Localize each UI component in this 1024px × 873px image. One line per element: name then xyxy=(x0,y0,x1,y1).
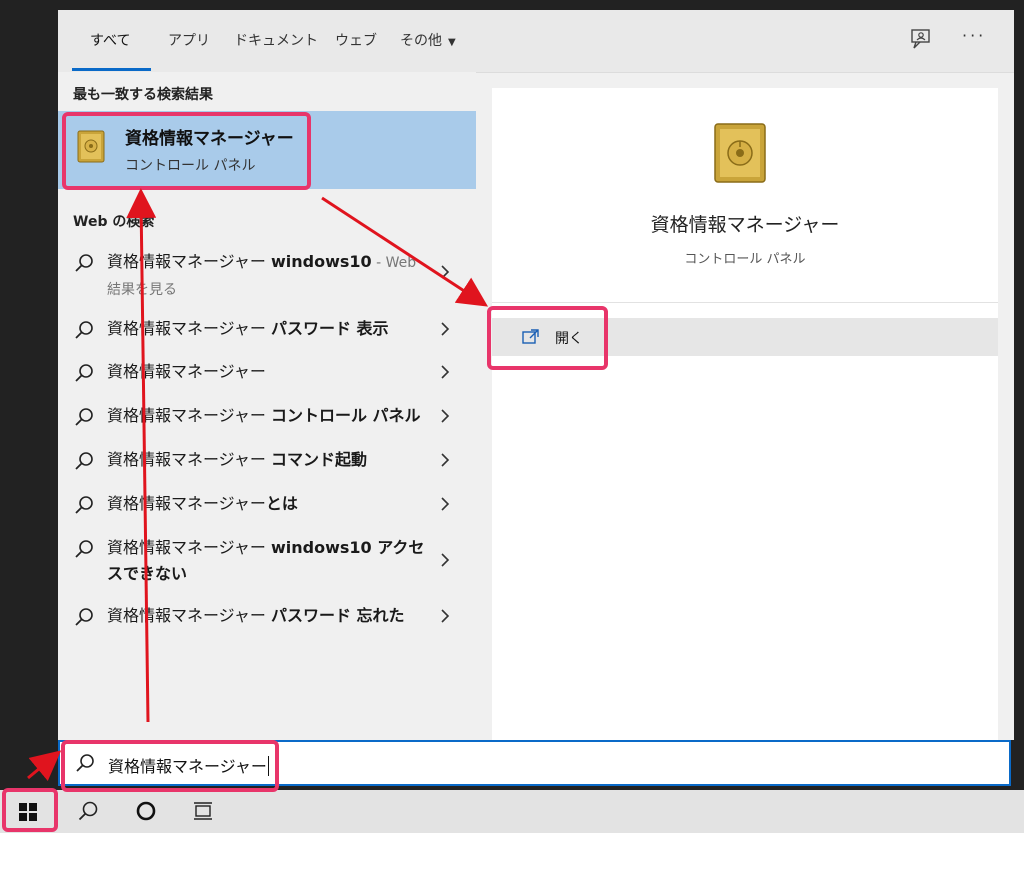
search-icon xyxy=(75,452,93,470)
web-result-text: 資格情報マネージャー windows10 アクセスできない xyxy=(107,535,437,587)
tab-more[interactable]: その他 ▼ xyxy=(400,30,456,50)
windows-start-icon[interactable] xyxy=(10,798,46,826)
tab-documents[interactable]: ドキュメント xyxy=(234,30,318,50)
tab-web[interactable]: ウェブ xyxy=(335,30,377,50)
result-suffix: パスワード 表示 xyxy=(270,319,389,338)
chevron-right-icon xyxy=(441,409,450,423)
chevron-right-icon xyxy=(441,453,450,467)
search-icon xyxy=(75,254,93,272)
result-prefix: 資格情報マネージャー xyxy=(107,450,271,469)
result-suffix: コントロール パネル xyxy=(270,406,421,425)
result-suffix: windows10 アクセ xyxy=(270,538,425,557)
tab-bar: すべて アプリ ドキュメント ウェブ その他 ▼ ··· xyxy=(58,10,1014,73)
search-icon xyxy=(75,408,93,426)
web-result-item[interactable]: 資格情報マネージャー windows10 - Web 結果を見る xyxy=(58,249,476,301)
web-result-text: 資格情報マネージャー windows10 - Web 結果を見る xyxy=(107,249,437,303)
chevron-right-icon xyxy=(441,322,450,336)
web-result-item[interactable]: 資格情報マネージャー コマンド起動 xyxy=(58,447,476,473)
tab-apps[interactable]: アプリ xyxy=(168,30,210,50)
web-result-text: 資格情報マネージャー xyxy=(107,359,437,385)
chevron-right-icon xyxy=(441,265,450,279)
safe-icon xyxy=(77,130,105,163)
preview-category: コントロール パネル xyxy=(684,252,806,267)
result-prefix: 資格情報マネージャー xyxy=(107,362,266,381)
best-match-category: コントロール パネル xyxy=(125,158,256,174)
result-prefix: 資格情報マネージャー xyxy=(107,606,271,625)
tab-more-label: その他 xyxy=(400,33,442,49)
active-tab-indicator xyxy=(72,68,151,71)
divider xyxy=(492,302,998,303)
chevron-down-icon: ▼ xyxy=(448,37,456,48)
task-view-icon[interactable] xyxy=(192,800,214,822)
chevron-right-icon xyxy=(441,497,450,511)
web-result-text: 資格情報マネージャー パスワード 忘れた xyxy=(107,603,437,629)
result-suffix: パスワード 忘れた xyxy=(270,606,405,625)
result-line2: スできない xyxy=(107,564,188,583)
chevron-right-icon xyxy=(441,365,450,379)
chevron-right-icon xyxy=(441,553,450,567)
web-result-text: 資格情報マネージャー コマンド起動 xyxy=(107,447,437,473)
preview-title: 資格情報マネージャー xyxy=(650,214,840,236)
search-icon xyxy=(75,321,93,339)
result-suffix: windows10 xyxy=(270,252,372,271)
search-query: 資格情報マネージャー xyxy=(108,753,269,777)
text-cursor xyxy=(267,756,269,776)
search-icon[interactable] xyxy=(77,800,99,822)
result-prefix: 資格情報マネージャー xyxy=(107,538,271,557)
results-list: 最も一致する検索結果 資格情報マネージャー コントロール パネル Web の検索… xyxy=(58,72,476,740)
web-result-item[interactable]: 資格情報マネージャー windows10 アクセスできない xyxy=(58,535,476,587)
web-result-item[interactable]: 資格情報マネージャーとは xyxy=(58,491,476,517)
web-result-item[interactable]: 資格情報マネージャー パスワード 表示 xyxy=(58,316,476,342)
search-panel: すべて アプリ ドキュメント ウェブ その他 ▼ ··· 最も一致する検索結果 資… xyxy=(58,10,1014,740)
tab-all[interactable]: すべて xyxy=(90,30,130,50)
result-prefix: 資格情報マネージャー xyxy=(107,406,271,425)
more-options-icon[interactable]: ··· xyxy=(962,26,986,45)
safe-icon xyxy=(714,123,766,183)
search-icon xyxy=(75,540,93,558)
web-result-item[interactable]: 資格情報マネージャー コントロール パネル xyxy=(58,403,476,429)
result-suffix: コマンド起動 xyxy=(270,450,367,469)
result-prefix: 資格情報マネージャー xyxy=(107,252,271,271)
web-search-heading: Web の検索 xyxy=(73,214,155,230)
search-query-text: 資格情報マネージャー xyxy=(108,757,267,776)
chevron-right-icon xyxy=(441,609,450,623)
web-result-item[interactable]: 資格情報マネージャー xyxy=(58,359,476,385)
search-icon xyxy=(76,754,94,772)
result-prefix: 資格情報マネージャー xyxy=(107,319,271,338)
cortana-icon[interactable] xyxy=(135,800,157,822)
web-result-item[interactable]: 資格情報マネージャー パスワード 忘れた xyxy=(58,603,476,629)
best-match-item[interactable]: 資格情報マネージャー コントロール パネル xyxy=(58,111,476,189)
preview-pane: 資格情報マネージャー コントロール パネル 開く xyxy=(492,88,998,740)
search-input[interactable]: 資格情報マネージャー xyxy=(58,740,1011,786)
open-icon xyxy=(522,329,539,344)
result-prefix: 資格情報マネージャー xyxy=(107,494,266,513)
result-line2: 結果を見る xyxy=(107,282,177,298)
web-result-text: 資格情報マネージャー コントロール パネル xyxy=(107,403,437,429)
taskbar xyxy=(0,790,1024,833)
result-extra: - Web xyxy=(371,255,417,271)
open-label: 開く xyxy=(555,331,583,347)
web-result-text: 資格情報マネージャー パスワード 表示 xyxy=(107,316,437,342)
result-suffix: とは xyxy=(265,494,298,513)
web-result-text: 資格情報マネージャーとは xyxy=(107,491,437,517)
search-icon xyxy=(75,608,93,626)
best-match-name: 資格情報マネージャー xyxy=(125,129,294,149)
search-icon xyxy=(75,364,93,382)
best-match-heading: 最も一致する検索結果 xyxy=(73,87,213,103)
search-icon xyxy=(75,496,93,514)
feedback-icon[interactable] xyxy=(910,28,932,50)
open-action[interactable]: 開く xyxy=(492,318,998,356)
